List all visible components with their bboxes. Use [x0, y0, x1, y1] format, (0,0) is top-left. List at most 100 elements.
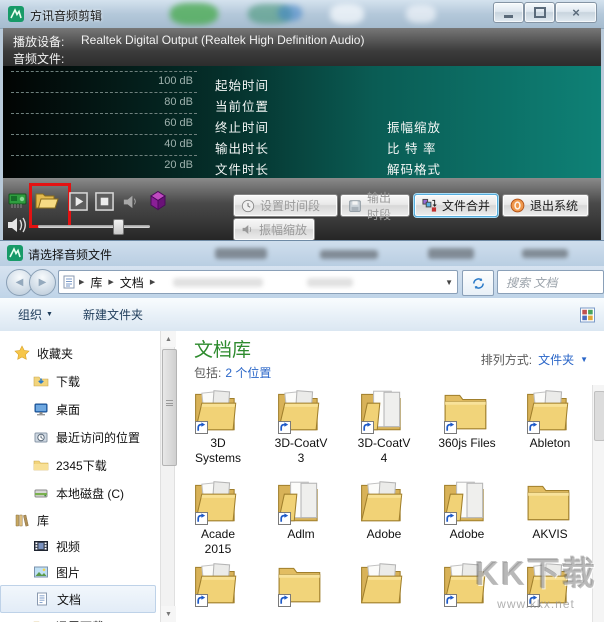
book-icon[interactable] [147, 190, 169, 211]
minimize-button[interactable] [493, 2, 524, 23]
folder-item-3D-CoatV4[interactable]: 3D-CoatV4 [344, 387, 424, 466]
soundcard-icon[interactable] [8, 190, 29, 210]
amplitude-zoom-button[interactable]: 振幅缩放 [233, 218, 315, 241]
sidebar-item-图片[interactable]: 图片 [0, 559, 160, 585]
waveform-display[interactable]: 100 dB起始时间80 dB当前位置60 dB终止时间40 dB输出时长20 … [3, 66, 601, 178]
grid-dashline [11, 92, 197, 93]
folder-icon [442, 560, 492, 608]
locations-link[interactable]: 2 个位置 [225, 366, 271, 380]
folder-item-Adobe[interactable]: Adobe [427, 478, 507, 542]
sidebar-item-本地磁盘 (C)[interactable]: 本地磁盘 (C) [0, 479, 160, 507]
sidebar-item-下载[interactable]: 下载 [0, 367, 160, 395]
background-blur [330, 4, 364, 24]
folder-item-360js Files[interactable]: 360js Files [427, 387, 507, 451]
filelist-scrollbar[interactable] [592, 385, 604, 622]
search-input[interactable]: 搜索 文档 [497, 270, 604, 294]
playback-device-value: Realtek Digital Output (Realtek High Def… [81, 33, 364, 47]
grid-dashline [11, 113, 197, 114]
sidebar-item-最近访问的位置[interactable]: 最近访问的位置 [0, 423, 160, 451]
sidebar-item-库[interactable]: 库 [0, 507, 160, 533]
shortcut-arrow-icon [444, 421, 457, 434]
output-period-button[interactable]: 输出时段 [340, 194, 410, 217]
folder-item[interactable] [178, 560, 258, 609]
audio-file-label: 音频文件: [13, 50, 64, 67]
refresh-button[interactable] [462, 270, 494, 296]
app-icon [8, 6, 24, 22]
folder-item[interactable] [510, 560, 590, 609]
small-speaker-icon [241, 223, 254, 236]
folder-icon [525, 560, 575, 608]
organize-button[interactable]: 组织 ▼ [10, 302, 61, 327]
chevron-down-icon: ▼ [46, 311, 53, 318]
db-scale-label: 60 dB [121, 117, 193, 129]
scrollbar-thumb[interactable] [594, 391, 604, 441]
scroll-down-icon[interactable]: ▼ [161, 606, 176, 622]
sidebar-item-label: 库 [37, 512, 49, 529]
sidebar-scrollbar[interactable]: ▲ ▼ [160, 331, 175, 622]
volume-icon[interactable] [7, 216, 29, 234]
folder-item-Adlm[interactable]: Adlm [261, 478, 341, 542]
folder-item[interactable] [344, 560, 424, 609]
set-time-range-button[interactable]: 设置时间段 [233, 194, 338, 217]
folder-name: Adobe [427, 527, 507, 542]
breadcrumb-libraries[interactable]: 库 [88, 274, 104, 291]
speaker-icon[interactable] [121, 192, 140, 211]
stop-icon[interactable] [95, 192, 114, 211]
dialog-title: 请选择音频文件 [28, 246, 112, 263]
navigation-pane: 收藏夹下载桌面最近访问的位置2345下载本地磁盘 (C) 库视频图片文档迅雷下载 [0, 331, 160, 622]
folder-name: Adlm [261, 527, 341, 542]
folder-item[interactable] [427, 560, 507, 609]
address-bar[interactable]: ▶ 库 ▶ 文档 ▶ ▼ [58, 270, 458, 294]
scroll-up-icon[interactable]: ▲ [161, 331, 176, 347]
new-folder-button[interactable]: 新建文件夹 [75, 302, 151, 327]
sidebar-item-label: 下载 [56, 373, 80, 390]
sidebar-item-文档[interactable]: 文档 [0, 585, 156, 613]
exit-system-label: 退出系统 [530, 197, 578, 214]
folder-item-Acade 2015[interactable]: Acade2015 [178, 478, 258, 557]
organize-label: 组织 [18, 306, 42, 323]
minimize-icon [504, 15, 513, 18]
right-info-label: 解码格式 [387, 159, 441, 178]
exit-system-button[interactable]: 退出系统 [502, 194, 589, 217]
volume-slider-thumb[interactable] [113, 219, 124, 235]
db-scale-label: 40 dB [121, 138, 193, 150]
sidebar-item-桌面[interactable]: 桌面 [0, 395, 160, 423]
close-icon: × [572, 6, 580, 19]
open-folder-icon[interactable] [35, 191, 59, 210]
sidebar-item-收藏夹[interactable]: 收藏夹 [0, 339, 160, 367]
address-dropdown-icon[interactable]: ▼ [445, 278, 453, 287]
merge-files-button[interactable]: 文件合并 [414, 194, 498, 217]
arrange-label: 排列方式: [481, 351, 532, 368]
sidebar-item-label: 迅雷下载 [56, 618, 104, 622]
change-view-button[interactable] [579, 307, 596, 323]
folder-item-Ableton[interactable]: Ableton [510, 387, 590, 451]
volume-slider-track[interactable] [38, 225, 150, 228]
close-button[interactable]: × [555, 2, 597, 23]
forward-button[interactable]: ▶ [29, 269, 56, 296]
dialog-navbar: ◀ ▶ ▶ 库 ▶ 文档 ▶ ▼ 搜索 文档 [0, 266, 604, 298]
folder-item[interactable] [261, 560, 341, 609]
arrange-by-control[interactable]: 排列方式: 文件夹 ▼ [481, 351, 588, 368]
floppy-icon [348, 199, 362, 213]
folder-item-Adobe[interactable]: Adobe [344, 478, 424, 542]
shortcut-arrow-icon [278, 512, 291, 525]
folder-item-3D-CoatV3[interactable]: 3D-CoatV3 [261, 387, 341, 466]
right-info-label: 比 特 率 [387, 138, 436, 157]
sidebar-item-label: 收藏夹 [37, 345, 73, 362]
breadcrumb-documents[interactable]: 文档 [118, 274, 146, 291]
grid-dashline [11, 71, 197, 72]
shortcut-arrow-icon [527, 594, 540, 607]
background-blur [278, 5, 302, 21]
play-icon[interactable] [69, 192, 88, 211]
folder-item-AKVIS[interactable]: AKVIS [510, 478, 590, 542]
shortcut-arrow-icon [195, 421, 208, 434]
folder-icon [33, 457, 49, 473]
sidebar-item-label: 桌面 [56, 401, 80, 418]
folder-item-3D Systems[interactable]: 3DSystems [178, 387, 258, 466]
time-info-label: 终止时间 [215, 117, 269, 136]
folder-name: 3D-CoatV4 [344, 436, 424, 466]
sidebar-item-视频[interactable]: 视频 [0, 533, 160, 559]
sidebar-item-2345下载[interactable]: 2345下载 [0, 451, 160, 479]
shortcut-arrow-icon [444, 594, 457, 607]
maximize-button[interactable] [524, 2, 555, 23]
